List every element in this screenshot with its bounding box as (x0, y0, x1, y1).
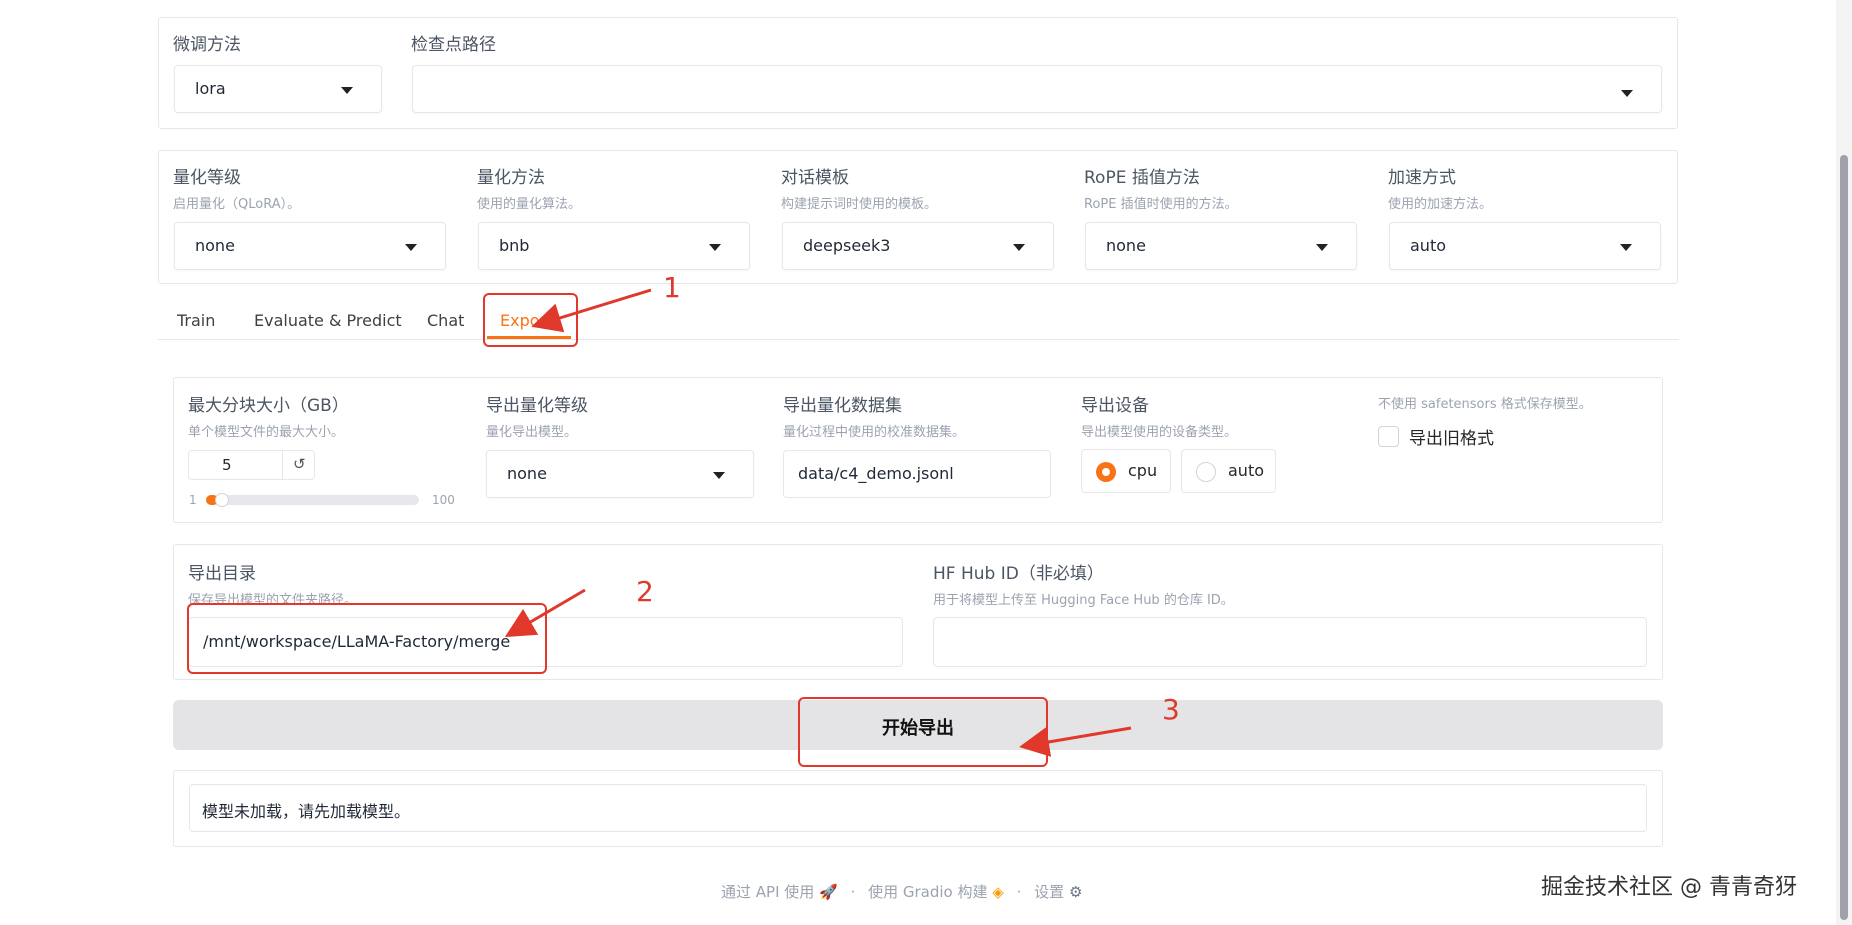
annotation-arrows (504, 288, 1132, 757)
annotation-number-3: 3 (1162, 693, 1180, 726)
annotation-arrow-2 (504, 588, 586, 638)
annotation-arrow-3 (1019, 726, 1132, 757)
annotation-number-1: 1 (663, 271, 681, 304)
annotation-number-2: 2 (636, 575, 654, 608)
annotation-arrow-1 (531, 288, 652, 333)
